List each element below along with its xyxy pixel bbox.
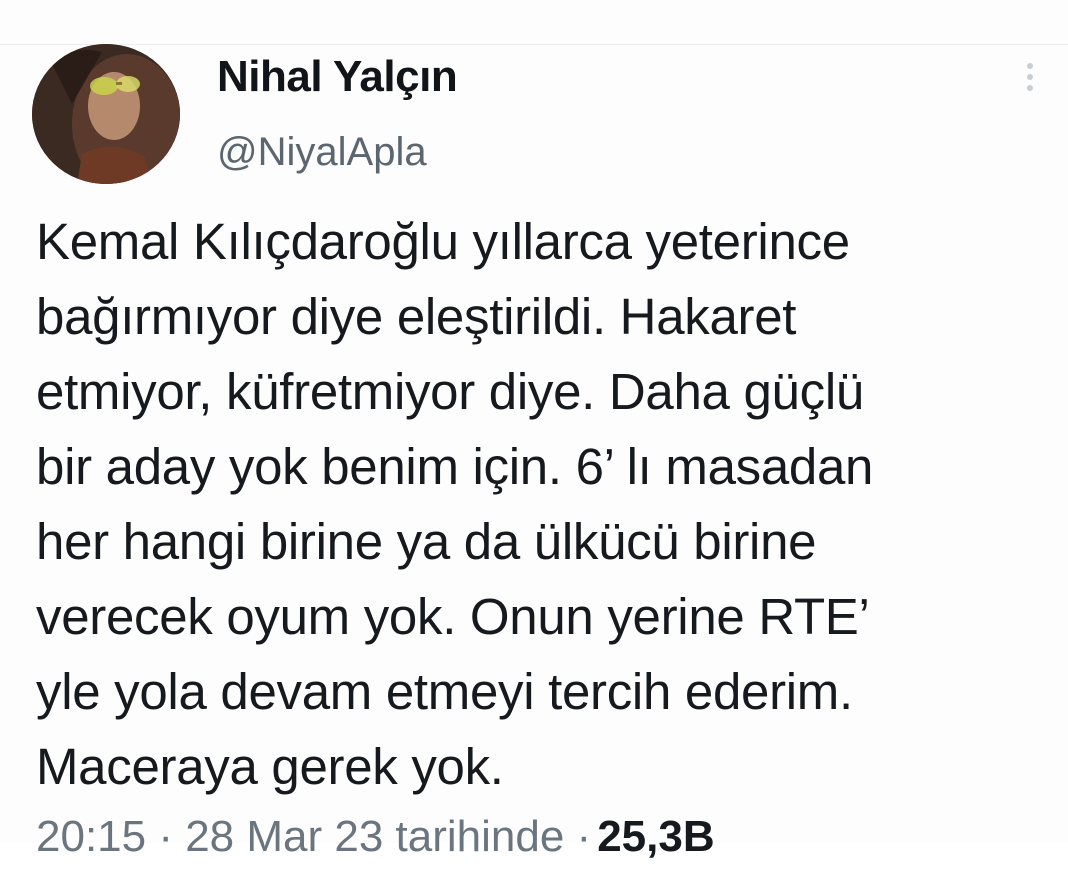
view-count: 25,3B [597,812,715,861]
avatar[interactable] [32,44,180,184]
tweet-card: Nihal Yalçın @NiyalApla Kemal Kılıçdaroğ… [0,0,1068,861]
tweet-text-line: yle yola devam etmeyi tercih ederim. [36,663,853,720]
tweet-text-line: bağırmıyor diye eleştirildi. Hakaret [36,288,797,345]
display-name[interactable]: Nihal Yalçın [217,52,458,102]
more-options-button[interactable] [1016,60,1044,100]
tweet-text-line: etmiyor, küfretmiyor diye. Daha güçlü [36,363,864,420]
tweet-timestamp[interactable]: 20:15 · 28 Mar 23 tarihinde · [36,812,591,861]
tweet-text-line: Kemal Kılıçdaroğlu yıllarca yeterince [36,213,850,270]
user-handle[interactable]: @NiyalApla [217,130,427,175]
tweet-meta: 20:15 · 28 Mar 23 tarihinde · 25,3B [36,812,715,872]
tweet-text-line: verecek oyum yok. Onun yerine RTE’ [36,588,870,645]
tweet-text-line: bir aday yok benim için. 6’ lı masadan [36,438,874,495]
tweet-text-line: her hangi birine ya da ülkücü birine [36,513,817,570]
tweet-text: Kemal Kılıçdaroğlu yıllarca yeterince ba… [36,204,1056,804]
avatar-photo [32,44,180,184]
more-vertical-icon [1016,63,1044,91]
tweet-text-line: Maceraya gerek yok. [36,738,504,795]
top-divider [0,44,1068,45]
